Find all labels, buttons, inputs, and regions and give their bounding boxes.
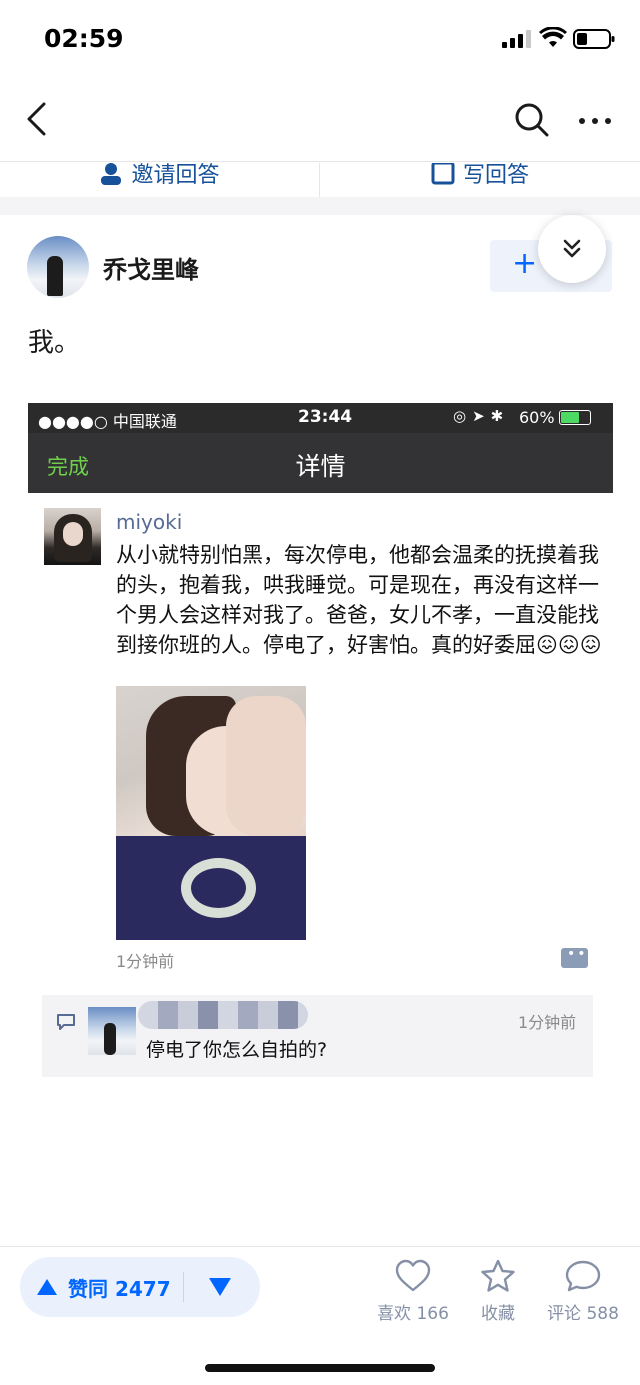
embedded-battery-icon <box>559 410 591 425</box>
embedded-nav-bar: 完成 详情 <box>28 433 613 493</box>
double-chevron-down-icon <box>563 239 581 258</box>
invite-answer-button[interactable]: 邀请回答 <box>0 163 319 197</box>
cellular-signal-icon <box>502 30 531 48</box>
vote-divider <box>183 1272 184 1302</box>
vote-pill: 赞同 2477 <box>20 1257 260 1317</box>
status-time: 02:59 <box>44 24 124 53</box>
top-nav-bar <box>0 80 640 162</box>
heart-icon <box>395 1259 431 1292</box>
answer-action-bar: 邀请回答 写回答 <box>0 163 640 197</box>
write-answer-button[interactable]: 写回答 <box>320 163 640 197</box>
more-options-icon[interactable] <box>578 116 612 126</box>
author-name[interactable]: 乔戈里峰 <box>103 250 199 285</box>
edit-icon <box>431 163 455 185</box>
embedded-screenshot[interactable]: ●●●●○ 中国联通 23:44 ◎➤✱ 60% 完成 详情 miyoki 从小… <box>28 403 613 1243</box>
collect-label: 收藏 <box>481 1304 515 1324</box>
post-text: 从小就特别怕黑，每次停电，他都会温柔的抚摸着我的头，抱着我，哄我睡觉。可是现在，… <box>116 543 602 657</box>
embedded-title: 详情 <box>295 452 346 481</box>
embedded-status-bar: ●●●●○ 中国联通 23:44 ◎➤✱ 60% <box>28 403 613 433</box>
post-author-avatar <box>44 508 101 565</box>
back-arrow-icon[interactable] <box>24 102 50 136</box>
reply-time: 1分钟前 <box>518 1013 577 1032</box>
section-gap <box>0 197 640 215</box>
collect-button[interactable]: 收藏 <box>453 1259 543 1324</box>
star-icon <box>481 1259 515 1292</box>
write-answer-label: 写回答 <box>462 163 529 188</box>
reply-box: 1分钟前 停电了你怎么自拍的? <box>42 995 593 1077</box>
speech-bubble-icon <box>57 1014 75 1030</box>
collapse-button[interactable] <box>538 215 606 283</box>
bottom-action-bar: 赞同 2477 喜欢 166 收藏 评论 588 <box>0 1246 640 1385</box>
reply-avatar <box>88 1007 136 1055</box>
upvote-button[interactable]: 赞同 2477 <box>36 1257 171 1317</box>
triangle-up-icon <box>37 1279 57 1295</box>
answer-text: 我。 <box>28 328 81 358</box>
like-button[interactable]: 喜欢 166 <box>368 1259 458 1324</box>
comment-button[interactable]: 评论 588 <box>538 1259 628 1324</box>
comment-label: 评论 588 <box>547 1304 619 1324</box>
embedded-status-glyphs-icon: ◎➤✱ <box>453 407 510 425</box>
embedded-battery-percent: 60% <box>519 408 555 427</box>
upvote-label: 赞同 2477 <box>68 1276 171 1301</box>
redacted-name-mosaic <box>138 1001 308 1029</box>
embedded-time: 23:44 <box>298 407 353 427</box>
invite-answer-label: 邀请回答 <box>131 163 220 188</box>
author-avatar[interactable] <box>27 236 89 298</box>
search-icon[interactable] <box>514 102 550 138</box>
post-time: 1分钟前 <box>116 952 175 971</box>
battery-icon <box>573 29 615 49</box>
reply-text: 停电了你怎么自拍的? <box>146 1039 328 1061</box>
wifi-icon <box>539 27 567 47</box>
home-indicator[interactable] <box>205 1364 435 1372</box>
comment-bubble-icon <box>561 946 588 968</box>
follow-plus-label: + <box>512 246 538 281</box>
person-icon <box>101 163 122 185</box>
embedded-carrier: ●●●●○ 中国联通 <box>38 412 177 431</box>
chat-bubble-icon <box>565 1260 601 1292</box>
like-label: 喜欢 166 <box>377 1304 449 1324</box>
downvote-triangle-icon[interactable] <box>208 1276 232 1298</box>
status-bar: 02:59 <box>0 0 640 80</box>
post-photo <box>116 686 306 940</box>
post-author-name: miyoki <box>116 510 183 534</box>
